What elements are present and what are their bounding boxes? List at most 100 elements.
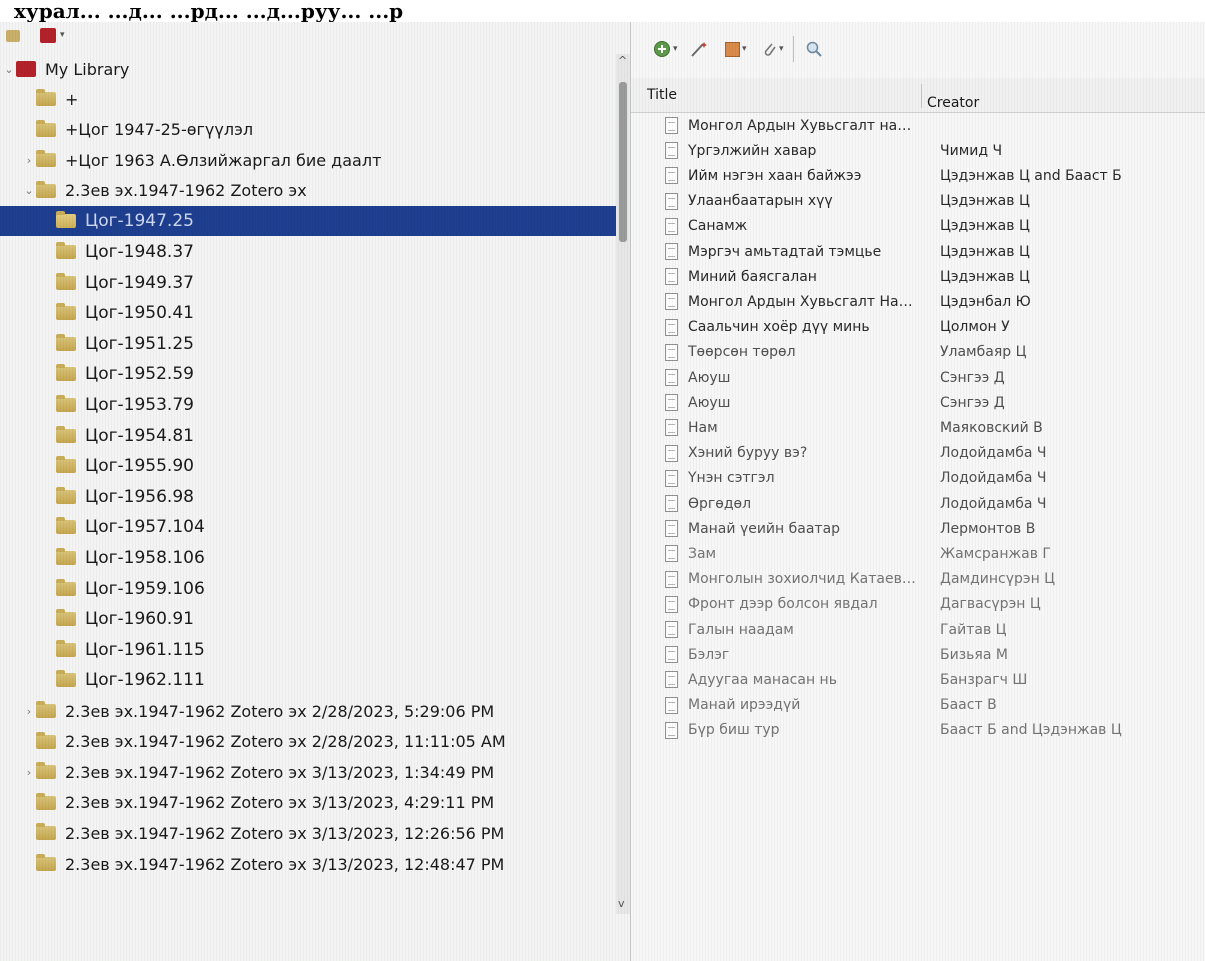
scroll-up-icon[interactable]: ^ xyxy=(618,54,627,67)
item-title-cell: Монгол Ардын Хувьсгалт Намын ... xyxy=(688,293,920,310)
tree-item-collection[interactable]: Цог-1947.25 xyxy=(0,206,616,237)
table-row[interactable]: Төөрсөн төрөл Уламбаяр Ц xyxy=(631,340,1205,365)
folder-icon xyxy=(56,639,76,657)
folder-icon xyxy=(36,180,56,198)
tree-item-collection[interactable]: Цог-1954.81 xyxy=(0,421,616,451)
tree-item-collection[interactable]: Цог-1952.59 xyxy=(0,359,616,389)
item-creator-cell: Бааст Б and Цэдэнжав Ц xyxy=(940,722,1122,739)
item-title-cell: Бүр биш тур xyxy=(688,722,780,739)
table-row[interactable]: Манай ирээдүй Бааст В xyxy=(631,693,1205,718)
chevron-right-icon[interactable]: › xyxy=(22,154,36,167)
document-icon xyxy=(665,469,678,487)
table-row[interactable]: Аюуш Сэнгээ Д xyxy=(631,390,1205,415)
item-title-cell: Монголын зохиолчид Катаевтай у... xyxy=(688,571,920,588)
toolbar-divider xyxy=(793,36,794,62)
tree-item-collection[interactable]: Цог-1958.106 xyxy=(0,543,616,573)
tree-item-collection[interactable]: Цог-1949.37 xyxy=(0,268,616,298)
folder-icon xyxy=(56,548,76,565)
tree-item-collection[interactable]: Цог-1956.98 xyxy=(0,482,616,512)
tree-item-collection[interactable]: + xyxy=(0,84,616,114)
tree-item-label: 2.3ев эх.1947-1962 Zotero эх 2/28/2023, … xyxy=(65,701,495,721)
tree-item-collection[interactable]: 2.3ев эх.1947-1962 Zotero эх 3/13/2023, … xyxy=(0,818,616,848)
column-resize-handle[interactable] xyxy=(921,84,922,108)
scroll-down-icon[interactable]: v xyxy=(618,897,625,910)
new-library-icon[interactable] xyxy=(40,28,56,43)
tree-item-label: Цог-1948.37 xyxy=(85,242,194,262)
magic-wand-icon xyxy=(691,42,707,57)
chevron-right-icon[interactable]: › xyxy=(22,705,36,718)
table-row[interactable]: Миний баясгалан Цэдэнжав Ц xyxy=(631,264,1205,289)
tree-item-collection[interactable]: Цог-1959.106 xyxy=(0,574,616,604)
items-pane: ▾ ▾ ▾ Title Creator Монгол Ардын Хувьсга… xyxy=(631,22,1205,961)
table-row[interactable]: Хэний буруу вэ? Лодойдамба Ч xyxy=(631,441,1205,466)
document-icon xyxy=(665,369,678,386)
table-row[interactable]: Улаанбаатарын хүү Цэдэнжав Ц xyxy=(631,189,1205,214)
tree-item-collection[interactable]: › 2.3ев эх.1947-1962 Zotero эх 2/28/2023,… xyxy=(0,696,616,726)
table-row[interactable]: Нам Маяковский В xyxy=(631,415,1205,440)
document-icon xyxy=(665,721,678,739)
tree-item-collection[interactable]: ⌄ 2.3ев эх.1947-1962 Zotero эх xyxy=(0,176,616,206)
document-icon xyxy=(665,444,678,462)
search-button[interactable] xyxy=(805,38,823,60)
tree-item-collection[interactable]: › +Цог 1963 А.Өлзийжаргал бие даалт xyxy=(0,145,616,175)
table-row[interactable]: Санамж Цэдэнжав Ц xyxy=(631,214,1205,239)
item-title-cell: Ийм нэгэн хаан байжээ xyxy=(688,167,862,184)
table-row[interactable]: Монгол Ардын Хувьсгалт намын ... xyxy=(631,113,1205,138)
tree-item-collection[interactable]: Цог-1962.111 xyxy=(0,665,616,695)
tree-item-collection[interactable]: Цог-1953.79 xyxy=(0,390,616,420)
table-row[interactable]: Бүр биш тур Бааст Б and Цэдэнжав Ц xyxy=(631,718,1205,743)
tree-item-collection[interactable]: Цог-1960.91 xyxy=(0,604,616,634)
item-creator-cell: Лодойдамба Ч xyxy=(940,495,1047,512)
item-title-cell: Миний баясгалан xyxy=(688,268,817,285)
table-row[interactable]: Зам Жамсранжав Г xyxy=(631,541,1205,566)
tree-item-collection[interactable]: 2.3ев эх.1947-1962 Zotero эх 2/28/2023, … xyxy=(0,727,616,757)
tree-item-collection[interactable]: +Цог 1947-25-өгүүлэл xyxy=(0,115,616,145)
table-row[interactable]: Галын наадам Гайтав Ц xyxy=(631,617,1205,642)
document-icon xyxy=(665,419,678,437)
tree-item-collection[interactable]: 2.3ев эх.1947-1962 Zotero эх 3/13/2023, … xyxy=(0,849,616,879)
table-row[interactable]: Фронт дээр болсон явдал Дагвасүрэн Ц xyxy=(631,592,1205,617)
search-icon xyxy=(806,41,822,57)
table-row[interactable]: Үргэлжийн хавар Чимид Ч xyxy=(631,138,1205,163)
chevron-down-icon[interactable]: ⌄ xyxy=(22,184,36,197)
table-row[interactable]: Бэлэг Бизьяа М xyxy=(631,642,1205,667)
table-row[interactable]: Саальчин хоёр дүү минь Цолмон У xyxy=(631,315,1205,340)
chevron-right-icon[interactable]: › xyxy=(22,766,36,779)
new-item-button[interactable]: ▾ xyxy=(653,38,678,60)
table-row[interactable]: Ийм нэгэн хаан байжээ Цэдэнжав Ц and Баас… xyxy=(631,163,1205,188)
tree-item-collection[interactable]: Цог-1957.104 xyxy=(0,512,616,542)
tree-item-my-library[interactable]: ⌄ My Library xyxy=(0,54,616,84)
table-row[interactable]: Монголын зохиолчид Катаевтай у... Дамдинс… xyxy=(631,567,1205,592)
new-note-button[interactable]: ▾ xyxy=(725,38,747,60)
document-icon xyxy=(665,570,678,588)
document-icon xyxy=(665,545,678,563)
tree-item-collection[interactable]: Цог-1950.41 xyxy=(0,298,616,328)
add-by-identifier-button[interactable] xyxy=(689,38,709,60)
tree-item-collection[interactable]: Цог-1951.25 xyxy=(0,329,616,359)
collections-scrollbar[interactable]: ^ v xyxy=(616,54,630,914)
tree-item-collection[interactable]: › 2.3ев эх.1947-1962 Zotero эх 3/13/2023,… xyxy=(0,757,616,787)
item-title-cell: Үнэн сэтгэл xyxy=(688,470,775,487)
tree-item-collection[interactable]: Цог-1955.90 xyxy=(0,451,616,481)
chevron-down-icon[interactable]: ⌄ xyxy=(2,63,16,76)
table-row[interactable]: Адуугаа манасан нь Банзрагч Ш xyxy=(631,667,1205,692)
tree-item-collection[interactable]: Цог-1961.115 xyxy=(0,635,616,665)
document-icon xyxy=(665,394,678,412)
table-row[interactable]: Үнэн сэтгэл Лодойдамба Ч xyxy=(631,466,1205,491)
document-icon xyxy=(665,117,678,134)
chevron-down-icon[interactable]: ▾ xyxy=(60,30,65,40)
table-row[interactable]: Өргөдөл Лодойдамба Ч xyxy=(631,491,1205,516)
table-row[interactable]: Мэргэч амьтадтай тэмцье Цэдэнжав Ц xyxy=(631,239,1205,264)
attachment-button[interactable]: ▾ xyxy=(761,38,784,60)
tree-item-collection[interactable]: Цог-1948.37 xyxy=(0,237,616,267)
scrollbar-thumb[interactable] xyxy=(619,82,627,242)
table-row[interactable]: Монгол Ардын Хувьсгалт Намын ... Цэдэнбал… xyxy=(631,289,1205,314)
column-header-title[interactable]: Title xyxy=(647,78,677,112)
table-row[interactable]: Аюуш Сэнгээ Д xyxy=(631,365,1205,390)
tree-item-label: Цог-1952.59 xyxy=(85,364,194,385)
note-icon xyxy=(725,41,740,57)
tree-item-collection[interactable]: 2.3ев эх.1947-1962 Zotero эх 3/13/2023, … xyxy=(0,788,616,818)
folder-icon xyxy=(36,762,56,780)
table-row[interactable]: Манай үеийн баатар Лермонтов В xyxy=(631,516,1205,541)
new-collection-icon[interactable] xyxy=(6,30,20,42)
